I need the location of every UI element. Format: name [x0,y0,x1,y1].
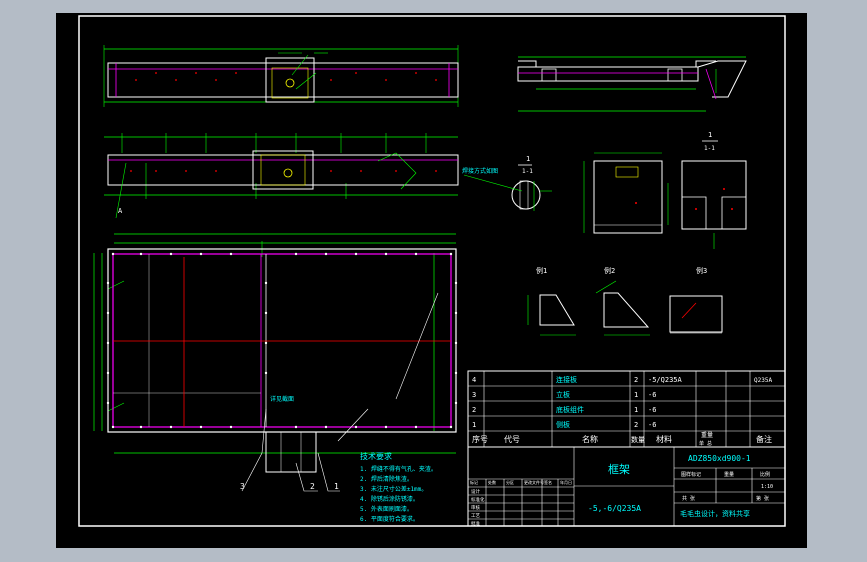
signoff-role-label: 工艺 [471,513,480,519]
section-note: 详见截面 [270,395,294,403]
rev-column-label: 处数 [488,479,496,485]
view-c-label: 例3 [696,266,707,275]
bom-row-qty: 1 [634,391,638,399]
bom-row-name: 立板 [556,390,570,399]
cad-viewport[interactable]: 1 1-1 1 1-1 例1 例2 例3 技术要求 1. 焊缝不得有气孔、夹渣。… [56,13,807,548]
note-line: 5. 外表面刷面漆。 [360,505,413,513]
callout-2: 2 [310,482,315,491]
part-material: -5,-6/Q235A [588,504,641,513]
part-name: 框架 [608,463,630,476]
bom-row-material: -6 [648,421,656,429]
sheet-count: 共 张 [682,495,695,502]
note-line: 4. 除锈后涂防锈漆。 [360,495,419,503]
signoff-role-label: 设计 [471,488,480,495]
callout-1: 1 [334,482,339,491]
rev-column-label: 签名 [544,479,552,485]
stage-label: 图样标记 [681,471,701,478]
scale-value: 1:10 [761,484,773,490]
bom-row-name: 侧板 [556,420,570,429]
weld-note: 焊接方式如图 [462,167,498,175]
rev-column-label: 分区 [506,479,514,485]
drawing-number: ADZ850xd900-1 [688,454,751,463]
bom-header-qty: 数量 [631,435,645,444]
rev-column-label: 年月日 [560,479,572,485]
bom-row-qty: 2 [634,376,638,384]
bom-row-no: 2 [472,406,476,414]
bom-row-material: -6 [648,391,656,399]
weight-label: 重量 [724,471,734,478]
note-line: 6. 平面度符合要求。 [360,515,419,523]
bom-row-name: 连接板 [556,375,577,384]
section-2-label: 1 [708,131,712,139]
bom-row-material: -6 [648,406,656,414]
sheet-number: 第 张 [756,495,769,502]
signoff-role-label: 审核 [471,504,480,511]
bom-header-name: 名称 [582,434,598,444]
bom-row-name: 底板组件 [556,405,584,414]
bom-header-weight: 重量 [701,431,713,439]
bom-row-material: -5/Q235A [648,376,683,384]
view-b-label: 例2 [604,266,615,275]
bom-row-note: Q235A [754,377,772,384]
bom-row-no: 4 [472,376,476,384]
bom-row-no: 1 [472,421,476,429]
bom-header-no: 序号 [472,434,488,444]
note-line: 2. 焊后清除焦渣。 [360,475,413,483]
section-1-label: 1 [526,155,530,163]
view-a-label: 例1 [536,266,547,275]
bom-header-note: 备注 [756,434,772,444]
note-line: 3. 未注尺寸公差±1mm。 [360,485,427,493]
bom-row-qty: 2 [634,421,638,429]
rev-column-label: 标记 [470,479,478,485]
callout-3: 3 [240,482,245,491]
signoff-role-label: 标准化 [471,496,485,503]
company-name: 毛毛虫设计，资料共享 [680,509,750,518]
bom-header-code: 代号 [504,434,520,444]
signoff-role-label: 批准 [471,520,480,527]
bom-header-material: 材料 [656,434,672,444]
note-line: 1. 焊缝不得有气孔、夹渣。 [360,465,437,473]
rev-column-label: 更改文件号 [524,479,544,485]
section-1-label-bottom: 1-1 [522,168,533,175]
section-2-label-bottom: 1-1 [704,145,715,152]
bom-row-no: 3 [472,391,476,399]
notes-title: 技术要求 [360,451,392,461]
scale-label: 比例 [760,471,770,478]
bom-row-qty: 1 [634,406,638,414]
engineering-drawing: 1 1-1 1 1-1 例1 例2 例3 技术要求 1. 焊缝不得有气孔、夹渣。… [56,13,807,548]
bom-header-weight-sub: 单 总 [699,440,712,447]
